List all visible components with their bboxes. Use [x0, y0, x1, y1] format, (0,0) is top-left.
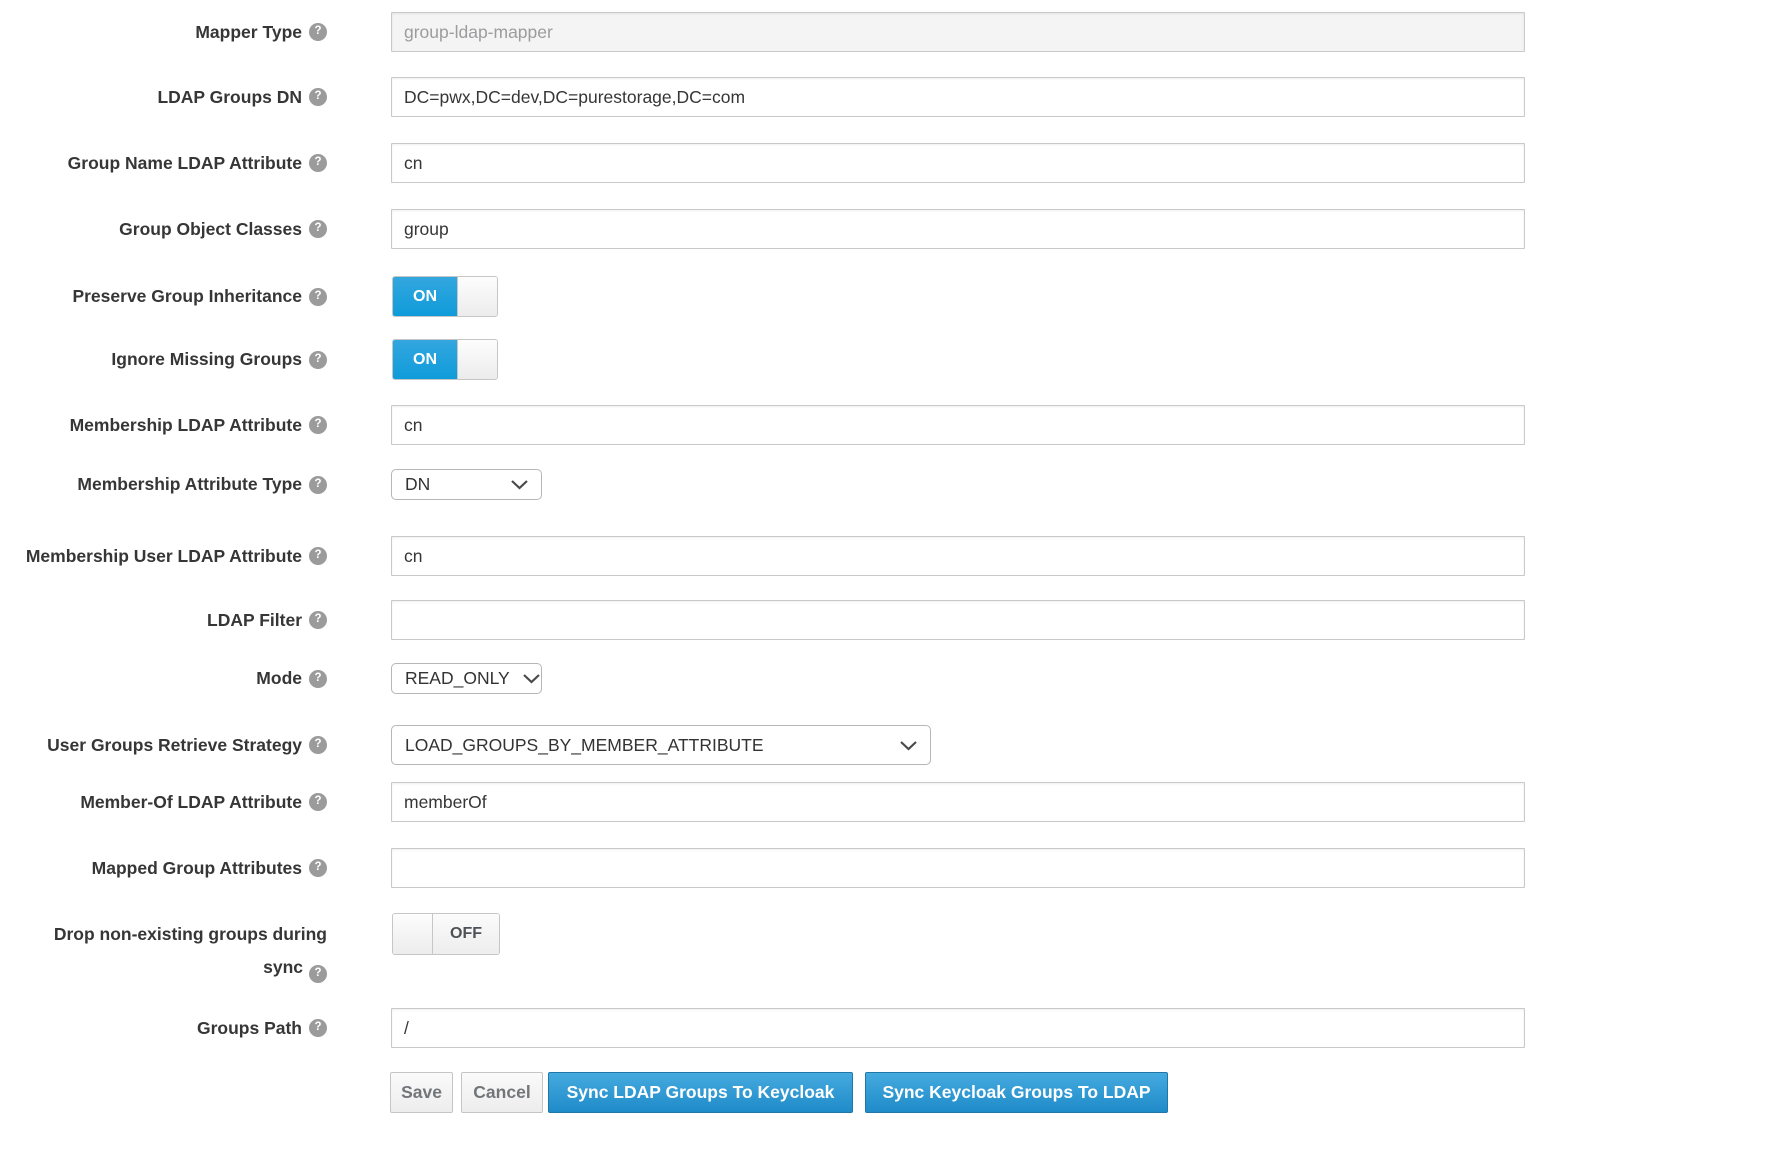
mapper-type-input [391, 12, 1525, 52]
member-of-ldap-attribute-input[interactable] [391, 782, 1525, 822]
ldap-filter-input[interactable] [391, 600, 1525, 640]
selected-option: READ_ONLY [405, 668, 510, 689]
help-icon[interactable]: ? [309, 859, 327, 877]
mapped-group-attributes-label: Mapped Group Attributes ? [0, 848, 327, 888]
toggle-handle [457, 340, 497, 379]
mode-label: Mode ? [0, 663, 327, 694]
drop-non-existing-groups-label: Drop non-existing groups during sync? [0, 918, 327, 984]
help-icon[interactable]: ? [309, 23, 327, 41]
chevron-down-icon [899, 740, 918, 751]
selected-option: LOAD_GROUPS_BY_MEMBER_ATTRIBUTE [405, 735, 764, 756]
field-row-group-object-classes: Group Object Classes ? [0, 209, 1786, 249]
preserve-group-inheritance-label: Preserve Group Inheritance ? [0, 276, 327, 317]
toggle-handle [457, 277, 497, 316]
field-row-membership-ldap-attribute: Membership LDAP Attribute ? [0, 405, 1786, 445]
help-icon[interactable]: ? [309, 288, 327, 306]
field-row-member-of-ldap-attribute: Member-Of LDAP Attribute ? [0, 782, 1786, 822]
help-icon[interactable]: ? [309, 611, 327, 629]
help-icon[interactable]: ? [309, 476, 327, 494]
field-row-mapper-type: Mapper Type ? [0, 12, 1786, 52]
ignore-missing-groups-label: Ignore Missing Groups ? [0, 339, 327, 380]
group-name-ldap-attribute-label: Group Name LDAP Attribute ? [0, 143, 327, 183]
field-row-groups-path: Groups Path ? [0, 1008, 1786, 1048]
user-groups-retrieve-strategy-label: User Groups Retrieve Strategy ? [0, 725, 327, 765]
cancel-button[interactable]: Cancel [461, 1072, 543, 1113]
group-object-classes-label: Group Object Classes ? [0, 209, 327, 249]
preserve-group-inheritance-toggle[interactable]: ON [392, 276, 498, 317]
membership-attribute-type-label: Membership Attribute Type ? [0, 469, 327, 500]
save-button[interactable]: Save [390, 1072, 453, 1113]
drop-non-existing-groups-toggle[interactable]: OFF [392, 913, 500, 955]
membership-user-ldap-attribute-label: Membership User LDAP Attribute ? [0, 536, 327, 576]
help-icon[interactable]: ? [309, 670, 327, 688]
help-icon[interactable]: ? [309, 154, 327, 172]
toggle-off-label: OFF [433, 914, 499, 954]
field-row-membership-attribute-type: Membership Attribute Type ? DN [0, 469, 1786, 500]
ignore-missing-groups-toggle[interactable]: ON [392, 339, 498, 380]
mode-select[interactable]: READ_ONLY [391, 663, 542, 694]
help-icon[interactable]: ? [309, 416, 327, 434]
groups-path-label: Groups Path ? [0, 1008, 327, 1048]
help-icon[interactable]: ? [309, 547, 327, 565]
toggle-on-label: ON [393, 340, 457, 379]
groups-path-input[interactable] [391, 1008, 1525, 1048]
chevron-down-icon [510, 479, 529, 490]
toggle-handle [393, 914, 433, 954]
field-row-mapped-group-attributes: Mapped Group Attributes ? [0, 848, 1786, 888]
group-name-ldap-attribute-input[interactable] [391, 143, 1525, 183]
member-of-ldap-attribute-label: Member-Of LDAP Attribute ? [0, 782, 327, 822]
field-row-drop-non-existing-groups: Drop non-existing groups during sync? OF… [0, 913, 1786, 955]
field-row-user-groups-retrieve-strategy: User Groups Retrieve Strategy ? LOAD_GRO… [0, 725, 1786, 765]
chevron-down-icon [522, 673, 541, 684]
field-row-ignore-missing-groups: Ignore Missing Groups ? ON [0, 339, 1786, 380]
field-row-ldap-groups-dn: LDAP Groups DN ? [0, 77, 1786, 117]
help-icon[interactable]: ? [309, 736, 327, 754]
membership-ldap-attribute-input[interactable] [391, 405, 1525, 445]
mapped-group-attributes-input[interactable] [391, 848, 1525, 888]
mapper-type-label: Mapper Type ? [0, 12, 327, 52]
field-row-mode: Mode ? READ_ONLY [0, 663, 1786, 694]
help-icon[interactable]: ? [309, 220, 327, 238]
help-icon[interactable]: ? [309, 965, 327, 983]
help-icon[interactable]: ? [309, 351, 327, 369]
help-icon[interactable]: ? [309, 793, 327, 811]
field-row-preserve-group-inheritance: Preserve Group Inheritance ? ON [0, 276, 1786, 317]
help-icon[interactable]: ? [309, 1019, 327, 1037]
field-row-group-name-ldap-attribute: Group Name LDAP Attribute ? [0, 143, 1786, 183]
ldap-filter-label: LDAP Filter ? [0, 600, 327, 640]
sync-keycloak-groups-to-ldap-button[interactable]: Sync Keycloak Groups To LDAP [865, 1072, 1168, 1113]
toggle-on-label: ON [393, 277, 457, 316]
field-row-ldap-filter: LDAP Filter ? [0, 600, 1786, 640]
field-row-membership-user-ldap-attribute: Membership User LDAP Attribute ? [0, 536, 1786, 576]
help-icon[interactable]: ? [309, 88, 327, 106]
ldap-groups-dn-input[interactable] [391, 77, 1525, 117]
sync-ldap-groups-to-keycloak-button[interactable]: Sync LDAP Groups To Keycloak [548, 1072, 853, 1113]
membership-user-ldap-attribute-input[interactable] [391, 536, 1525, 576]
group-object-classes-input[interactable] [391, 209, 1525, 249]
membership-ldap-attribute-label: Membership LDAP Attribute ? [0, 405, 327, 445]
ldap-groups-dn-label: LDAP Groups DN ? [0, 77, 327, 117]
membership-attribute-type-select[interactable]: DN [391, 469, 542, 500]
selected-option: DN [405, 474, 430, 495]
user-groups-retrieve-strategy-select[interactable]: LOAD_GROUPS_BY_MEMBER_ATTRIBUTE [391, 725, 931, 765]
